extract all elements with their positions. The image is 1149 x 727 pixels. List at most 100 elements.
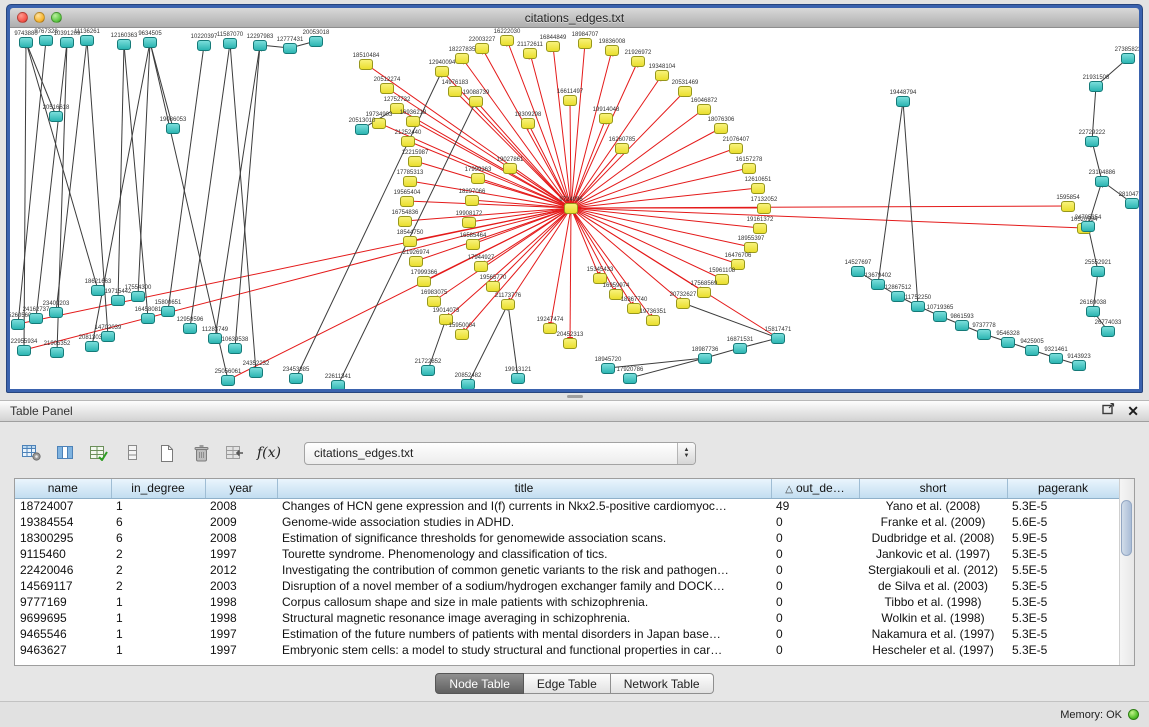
graph-node[interactable]: 20732627: [676, 298, 690, 309]
graph-node[interactable]: 25552921: [1091, 266, 1105, 277]
graph-node[interactable]: 9425905: [1025, 345, 1039, 356]
graph-node[interactable]: 19088739: [469, 96, 483, 107]
graph-node[interactable]: 18510484: [359, 59, 373, 70]
graph-node[interactable]: 17568569: [697, 287, 711, 298]
graph-node[interactable]: 20053018: [309, 36, 323, 47]
column-header-name[interactable]: name: [15, 479, 111, 498]
graph-node[interactable]: 21926974: [409, 256, 423, 267]
graph-node[interactable]: 23104886: [1095, 176, 1109, 187]
graph-node[interactable]: 21252440: [401, 136, 415, 147]
graph-node[interactable]: 19565770: [486, 281, 500, 292]
graph-node[interactable]: 10719365: [933, 311, 947, 322]
graph-node[interactable]: 21173776: [501, 299, 515, 310]
graph-node[interactable]: 22729222: [1085, 136, 1099, 147]
table-row[interactable]: 1456911722003Disruption of a novel membe…: [15, 578, 1119, 594]
tab-edge-table[interactable]: Edge Table: [524, 673, 611, 694]
scrollbar-thumb[interactable]: [1121, 500, 1132, 556]
graph-node[interactable]: 22955934: [17, 345, 31, 356]
column-header-in_degree[interactable]: in_degree: [111, 479, 205, 498]
graph-node[interactable]: 16046872: [697, 104, 711, 115]
table-row[interactable]: 1938455462009Genome-wide association stu…: [15, 514, 1119, 530]
graph-node[interactable]: 20531469: [678, 86, 692, 97]
function-builder-button[interactable]: f(x): [254, 440, 284, 466]
graph-node[interactable]: 11587070: [223, 38, 237, 49]
rows-button[interactable]: [118, 440, 148, 466]
graph-node[interactable]: 16222030: [500, 35, 514, 46]
graph-node[interactable]: 9737778: [977, 329, 991, 340]
graph-node[interactable]: 18297066: [465, 195, 479, 206]
graph-node[interactable]: 28104721: [1125, 198, 1139, 209]
graph-node[interactable]: 19448794: [896, 96, 910, 107]
graph-node[interactable]: 11136261: [80, 35, 94, 46]
table-settings-button[interactable]: [16, 440, 46, 466]
combo-stepper-icon[interactable]: ▲▼: [677, 443, 695, 464]
zoom-window-button[interactable]: [51, 12, 62, 23]
float-panel-icon[interactable]: [1102, 402, 1115, 420]
table-row[interactable]: 911546021997Tourette syndrome. Phenomeno…: [15, 546, 1119, 562]
graph-node[interactable]: 17920786: [623, 373, 637, 384]
graph-node[interactable]: 25260560: [11, 319, 25, 330]
graph-node[interactable]: 19736351: [646, 315, 660, 326]
graph-node[interactable]: 19565404: [400, 196, 414, 207]
graph-node[interactable]: 19161372: [753, 223, 767, 234]
graph-node[interactable]: 12160363: [117, 39, 131, 50]
graph-node[interactable]: 19715442: [111, 295, 125, 306]
graph-node[interactable]: 18987736: [698, 353, 712, 364]
graph-node[interactable]: 20452313: [563, 338, 577, 349]
graph-node[interactable]: 24705354: [1081, 221, 1095, 232]
graph-node[interactable]: 12297983: [253, 40, 267, 51]
table-row[interactable]: 1872400712008Changes of HCN gene express…: [15, 498, 1119, 514]
column-header-short[interactable]: short: [859, 479, 1007, 498]
graph-node[interactable]: 9546328: [1001, 337, 1015, 348]
graph-node[interactable]: 16458081: [141, 313, 155, 324]
graph-node[interactable]: 18621663: [91, 285, 105, 296]
graph-node[interactable]: 9724096: [564, 203, 578, 214]
graph-node[interactable]: 18945720: [601, 363, 615, 374]
graph-node[interactable]: 12215987: [408, 156, 422, 167]
column-header-year[interactable]: year: [205, 479, 277, 498]
graph-node[interactable]: 17132052: [757, 203, 771, 214]
graph-node[interactable]: 12940094: [435, 66, 449, 77]
table-row[interactable]: 946554611997Estimation of the future num…: [15, 626, 1119, 642]
graph-node[interactable]: 24352232: [249, 367, 263, 378]
graph-node[interactable]: 16157278: [742, 163, 756, 174]
graph-node[interactable]: 18544750: [403, 236, 417, 247]
graph-node[interactable]: 12610651: [751, 183, 765, 194]
graph-node[interactable]: 17944927: [474, 261, 488, 272]
table-row[interactable]: 1830029562008Estimation of significance …: [15, 530, 1119, 546]
column-header-out_de[interactable]: △out_de…: [771, 479, 859, 498]
tab-network-table[interactable]: Network Table: [611, 673, 714, 694]
graph-node[interactable]: 9767328: [39, 35, 53, 46]
graph-node[interactable]: 26169038: [1086, 306, 1100, 317]
graph-node[interactable]: 21076407: [729, 143, 743, 154]
close-panel-icon[interactable]: ✕: [1127, 404, 1139, 418]
show-columns-button[interactable]: [50, 440, 80, 466]
graph-node[interactable]: 27385823: [1121, 53, 1135, 64]
graph-node[interactable]: 16585464: [466, 239, 480, 250]
graph-node[interactable]: 15950004: [455, 329, 469, 340]
graph-node[interactable]: 19908172: [462, 217, 476, 228]
graph-node[interactable]: 18076306: [714, 123, 728, 134]
graph-node[interactable]: 17999366: [417, 276, 431, 287]
graph-node[interactable]: 15817471: [771, 333, 785, 344]
table-selector[interactable]: citations_edges.txt ▲▼: [304, 442, 696, 465]
window-titlebar[interactable]: citations_edges.txt: [10, 8, 1139, 28]
graph-node[interactable]: 22611341: [331, 380, 345, 389]
graph-node[interactable]: 20813035: [85, 341, 99, 352]
graph-node[interactable]: 10220397: [197, 40, 211, 51]
graph-node[interactable]: 10391209: [60, 37, 74, 48]
graph-node[interactable]: 21172611: [523, 48, 537, 59]
minimize-window-button[interactable]: [34, 12, 45, 23]
graph-node[interactable]: 25056061: [221, 375, 235, 386]
new-file-button[interactable]: [152, 440, 182, 466]
tab-node-table[interactable]: Node Table: [435, 673, 524, 694]
graph-node[interactable]: 9143923: [1072, 360, 1086, 371]
panel-splitter[interactable]: [0, 393, 1149, 400]
graph-node[interactable]: 10639538: [228, 343, 242, 354]
graph-node[interactable]: 21931508: [1089, 81, 1103, 92]
graph-node[interactable]: 19836008: [605, 45, 619, 56]
edit-table-button[interactable]: [84, 440, 114, 466]
graph-node[interactable]: 17554300: [131, 291, 145, 302]
graph-node[interactable]: 9743880: [19, 37, 33, 48]
graph-node[interactable]: 12867512: [891, 291, 905, 302]
